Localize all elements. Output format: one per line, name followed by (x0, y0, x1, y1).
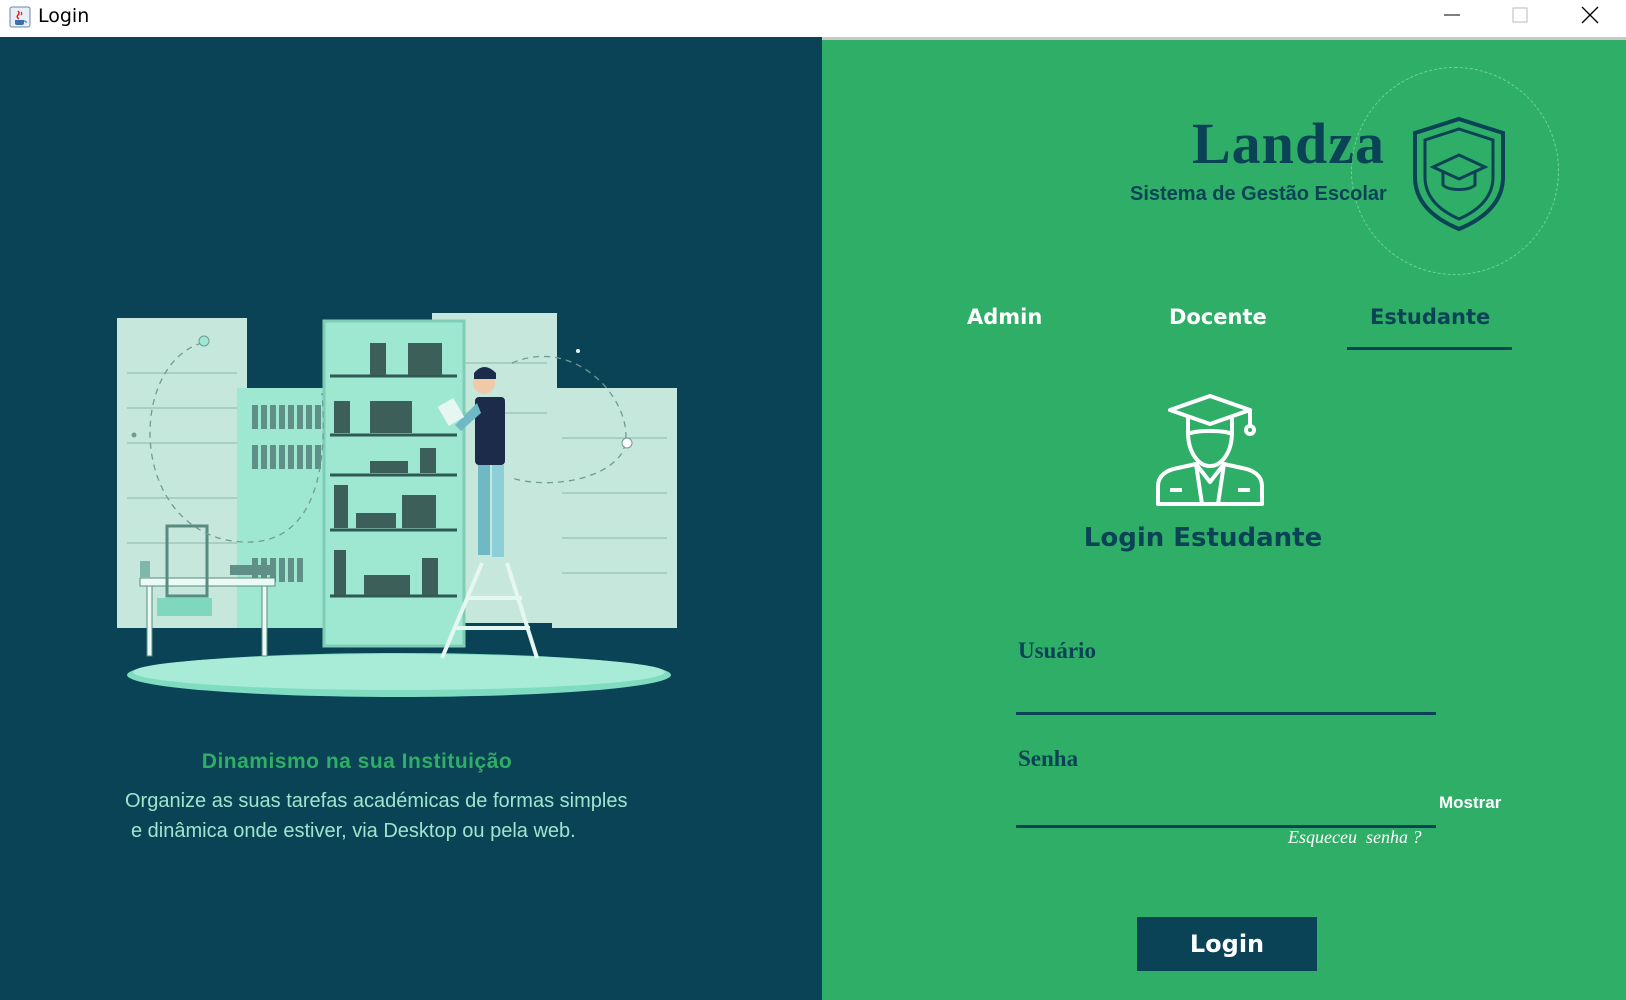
password-label: Senha (1018, 746, 1079, 771)
brand-title: Landza (1192, 111, 1385, 176)
close-button[interactable] (1556, 0, 1624, 30)
left-description-line2: e dinâmica onde estiver, via Desktop ou … (131, 820, 576, 842)
tab-admin[interactable]: Admin (967, 305, 1042, 329)
student-graduate-icon (1156, 394, 1264, 506)
show-password-toggle[interactable]: Mostrar (1439, 793, 1501, 813)
left-description-line1: Organize as suas tarefas académicas de f… (125, 790, 628, 812)
library-bookshelf-illustration (117, 313, 677, 697)
active-tab-indicator (1347, 347, 1512, 350)
maximize-icon (1512, 7, 1528, 23)
window-titlebar[interactable]: Login (0, 0, 1626, 37)
login-title: Login Estudante (1083, 523, 1323, 553)
login-panel: Landza Sistema de Gestão Escolar Admin D… (822, 37, 1626, 1000)
maximize-button[interactable] (1486, 0, 1554, 30)
forgot-password-link[interactable]: Esqueceu senha ? (1288, 827, 1421, 848)
username-field[interactable] (1016, 682, 1436, 715)
left-info-panel: Dinamismo na sua Instituição Organize as… (0, 37, 822, 1000)
brand-subtitle: Sistema de Gestão Escolar (1130, 183, 1387, 205)
tab-docente[interactable]: Docente (1169, 305, 1267, 329)
minimize-icon (1444, 14, 1460, 16)
tab-estudante[interactable]: Estudante (1370, 305, 1490, 329)
left-heading: Dinamismo na sua Instituição (201, 750, 513, 773)
window-title: Login (38, 5, 90, 27)
minimize-button[interactable] (1418, 0, 1486, 30)
username-label: Usuário (1018, 638, 1096, 663)
login-button[interactable]: Login (1137, 917, 1317, 971)
password-field[interactable] (1016, 795, 1436, 828)
java-coffee-icon (9, 6, 31, 28)
close-icon (1581, 6, 1599, 24)
shield-graduation-cap-icon (1413, 116, 1505, 232)
